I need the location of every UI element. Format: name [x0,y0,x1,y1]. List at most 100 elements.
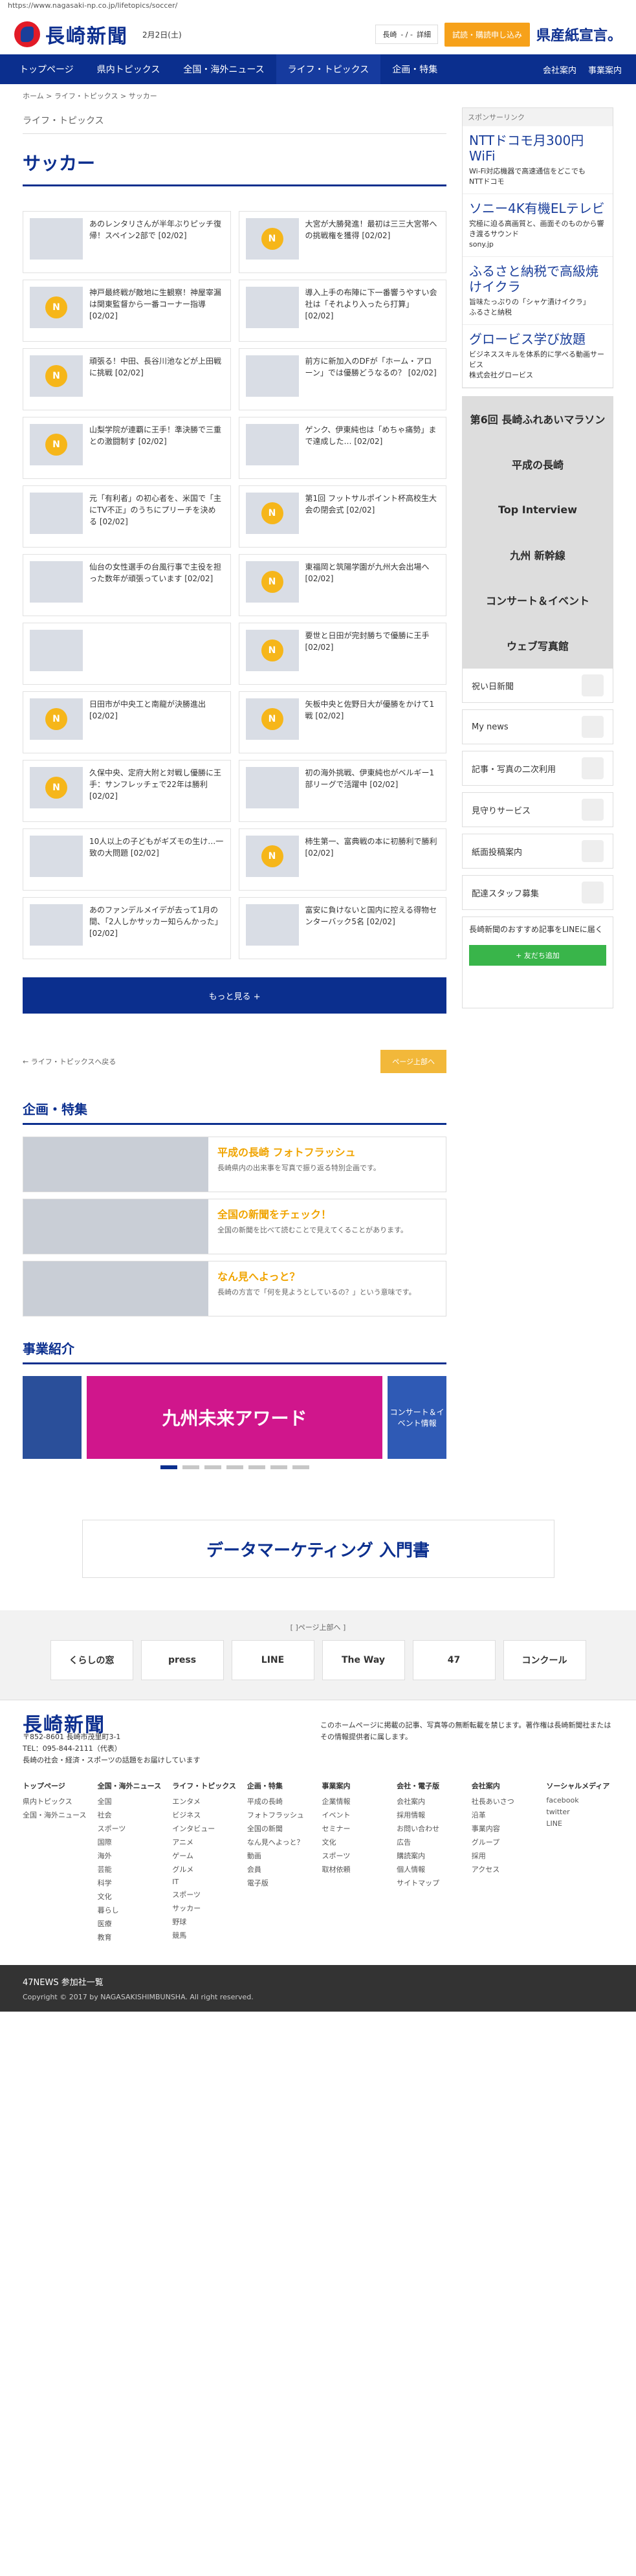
slider-main[interactable]: 九州未来アワード [86,1376,383,1459]
article-thumb [245,767,299,808]
article-card[interactable]: N 日田市が中央工と南龍が決勝進出 [02/02] [23,691,231,753]
slider-dot[interactable] [182,1465,199,1469]
sponsor-ad[interactable]: NTTドコモ月300円WiFi Wi-Fi対応機器で高速通信をどこでも NTTドコモ [463,126,613,194]
article-thumb: N [30,698,83,740]
article-card[interactable]: N 要世と日田が完封勝ちで優勝に王手 [02/02] [238,623,446,685]
article-thumb: N [245,630,299,671]
feature-image [23,1137,208,1192]
side-banner[interactable]: 平成の長崎 [462,441,613,487]
partner-logo[interactable]: 47 [412,1640,496,1680]
side-link[interactable]: 記事・写真の二次利用 [462,751,613,786]
article-card[interactable]: 仙台の女性選手の台風行事で主役を担った数年が頑張っています [02/02] [23,554,231,616]
article-card[interactable]: あのレンタリさんが半年ぶりピッチ復帰！スペイン2部で [02/02] [23,211,231,273]
article-thumb: N [245,493,299,534]
side-banner[interactable]: 九州 新幹線 [462,532,613,577]
side-banner[interactable]: Top Interview [462,487,613,532]
slider-dot[interactable] [292,1465,309,1469]
side-banner[interactable]: コンサート＆イベント [462,577,613,623]
nav-local[interactable]: 県内トピックス [85,54,172,84]
line-add-button[interactable]: + 友だち追加 [469,945,606,966]
sponsor-ad[interactable]: ふるさと納税で高級焼けイクラ 旨味たっぷりの「シャケ漬けイクラ」 ふるさと納税 [463,257,613,325]
nav-company[interactable]: 会社案内 [543,63,576,76]
side-link[interactable]: 配達スタッフ募集 [462,875,613,910]
url-bar: https://www.nagasaki-np.co.jp/lifetopics… [8,1,178,10]
article-card[interactable]: あのファンデルメイデが去って1月の間、「2人しかサッカー知らんかった」 [02/… [23,897,231,959]
sponsor-ad[interactable]: グロービス学び放題 ビジネススキルを体系的に学べる動画サービス 株式会社グロービス [463,325,613,388]
article-thumb: N [30,424,83,465]
slider-dot[interactable] [160,1465,177,1469]
side-banner[interactable]: 第6回 長崎ふれあいマラソン [462,396,613,441]
article-thumb: N [30,355,83,397]
article-card[interactable]: 10人以上の子どもがギズモの生け…一致の大問題 [02/02] [23,828,231,891]
article-card[interactable]: N 第1回 フットサルポイント杯高校生大会の閉会式 [02/02] [238,485,446,548]
partner-logo[interactable]: LINE [231,1640,314,1680]
side-links: 祝い日新聞 My news 記事・写真の二次利用 見守りサービス 紙面投稿案内 … [462,668,613,910]
feature-item[interactable]: 平成の長崎 フォトフラッシュ 長崎県内の出来事を写真で振り返る特別企画です。 [23,1137,446,1192]
partner-logos: [ ]ページ上部へ ] くらしの窓 press LINE The Way 47 … [0,1610,636,1700]
article-card[interactable]: N 柿生第一、富典戦の本に初勝利で勝利 [02/02] [238,828,446,891]
page: https://www.nagasaki-np.co.jp/lifetopics… [0,0,636,2012]
partner-logo[interactable]: コンクール [503,1640,586,1680]
partner-logo[interactable]: press [140,1640,224,1680]
feature-item[interactable]: なん見へよっと？ 長崎の方言で「何を見ようとしているの？」という意味です。 [23,1261,446,1316]
news-logo-icon: N [261,845,283,867]
business-slider: 九州未来アワード コンサート＆イベント情報 [23,1376,447,1459]
article-card[interactable]: N 東福岡と筑陽学園が九州大会出場へ [02/02] [238,554,446,616]
article-card[interactable]: 富安に負けないと国内に控える得物センターバック5名 [02/02] [238,897,446,959]
side-banner[interactable]: ウェブ写真館 [462,623,613,668]
brand-right: 県産紙宣言。 [536,28,622,44]
article-card[interactable]: N 神戸最終戦が敵地に生観察！神屋宰漏は関東監督から一番コーナー指導 [02/02… [23,280,231,342]
slider-dot[interactable] [248,1465,265,1469]
footer-col: 会社・電子版 会社案内 採用情報 お問い合わせ 広告 購読案内 個人情報 サイトマップ [397,1782,440,1887]
article-card[interactable]: N 久保中央、定府大附と対戦し優勝に王手：サンフレッチェで22年は勝利 [02/0… [23,760,231,822]
link-icon [582,882,604,904]
feature-item[interactable]: 全国の新聞をチェック！ 全国の新聞を比べて読むことで見えてくることがあります。 [23,1199,446,1254]
sponsor-ad[interactable]: ソニー4K有機ELテレビ 究極に迫る高画質と、画面そのものから響き渡るサウンド so… [463,194,613,257]
article-card[interactable]: N 頑張る！中田、長谷川池などが上田戦に挑戦 [02/02] [23,348,231,410]
weather-link[interactable]: 詳細 [417,29,431,39]
more-button[interactable]: もっと見る + [23,977,446,1014]
partner-logo[interactable]: くらしの窓 [50,1640,133,1680]
article-card[interactable]: 前方に新加入のDFが「ホーム・アローン」では優勝どうなるの？ [02/02] [238,348,446,410]
business-title: 事業紹介 [23,1341,74,1357]
bottom-ad[interactable]: データマーケティング 入門書 [82,1520,554,1578]
article-thumb: N [245,698,299,740]
sponsor-box: スポンサーリンク NTTドコモ月300円WiFi Wi-Fi対応機器で高速通信をど… [462,107,613,388]
slider-image[interactable] [23,1376,82,1459]
article-card[interactable]: ゲンク、伊東純也は「めちゃ痛勢」まで達成した… [02/02] [238,417,446,479]
slider-dot[interactable] [204,1465,221,1469]
slider-dot[interactable] [226,1465,243,1469]
partner-logo[interactable]: The Way [322,1640,405,1680]
nav-life[interactable]: ライフ・トピックス [276,54,381,84]
side-link[interactable]: 祝い日新聞 [462,668,613,703]
slider-side[interactable]: コンサート＆イベント情報 [388,1376,447,1459]
footer: 長崎新聞 〒852-8601 長崎市茂里町3-1 TEL：095-844-211… [0,1700,636,1965]
back-link[interactable]: ← ライフ・トピックスへ戻る [23,1056,116,1067]
logo[interactable]: 長崎新聞 [14,20,128,49]
nav-national[interactable]: 全国・海外ニュース [171,54,276,84]
news-logo-icon: N [261,502,283,524]
nav-business[interactable]: 事業案内 [588,63,622,76]
article-card[interactable]: 導入上手の布陣に下一番響うやすい会社は「それより入ったら打算」 [02/02] [238,280,446,342]
footer-col: 企画・特集 平成の長崎 フォトフラッシュ 全国の新聞 なん見へよっと？ 動画 会員 電子版 [247,1782,304,1887]
slider-dot[interactable] [270,1465,287,1469]
side-link[interactable]: 紙面投稿案内 [462,834,613,869]
side-link[interactable]: 見守りサービス [462,792,613,827]
content-left: ライフ・トピックス サッカー あのレンタリさんが半年ぶりピッチ復帰！スペイン2部… [23,107,447,1494]
footer-logo[interactable]: 長崎新聞 [23,1716,294,1735]
side-link[interactable]: My news [462,709,613,744]
article-card[interactable]: 初の海外挑戦、伊東純也がベルギー1部リーグで活躍中 [02/02] [238,760,446,822]
footer-col: ライフ・トピックス エンタメ ビジネス インタビュー アニメ ゲーム グルメ IT スポーツ サッ… [172,1782,236,1940]
article-card[interactable]: N 矢板中央と佐野日大が優勝をかけて1戦 [02/02] [238,691,446,753]
nav-feature[interactable]: 企画・特集 [380,54,449,84]
line-title: 長崎新聞のおすすめ記事をLINEに届く [469,925,603,934]
logo-icon [14,21,40,47]
news-logo-icon: N [261,228,283,250]
article-card[interactable]: N 大宮が大勝発進！最初は三三大宮帯への挑戦権を獲得 [02/02] [238,211,446,273]
subscribe-button[interactable]: 試読・購読申し込み [444,22,530,47]
article-card[interactable]: 元「有利者」の初心者を、米国で「主にTV不正」のうちにプリーチを決める [02/… [23,485,231,548]
top-button[interactable]: ページ上部へ [380,1050,446,1073]
article-card[interactable]: N 山梨学院が連覇に王手！準決勝で三重との激闘制す [02/02] [23,417,231,479]
nav-top[interactable]: トップページ [8,54,85,84]
nav-right: 会社案内 事業案内 [543,63,628,76]
